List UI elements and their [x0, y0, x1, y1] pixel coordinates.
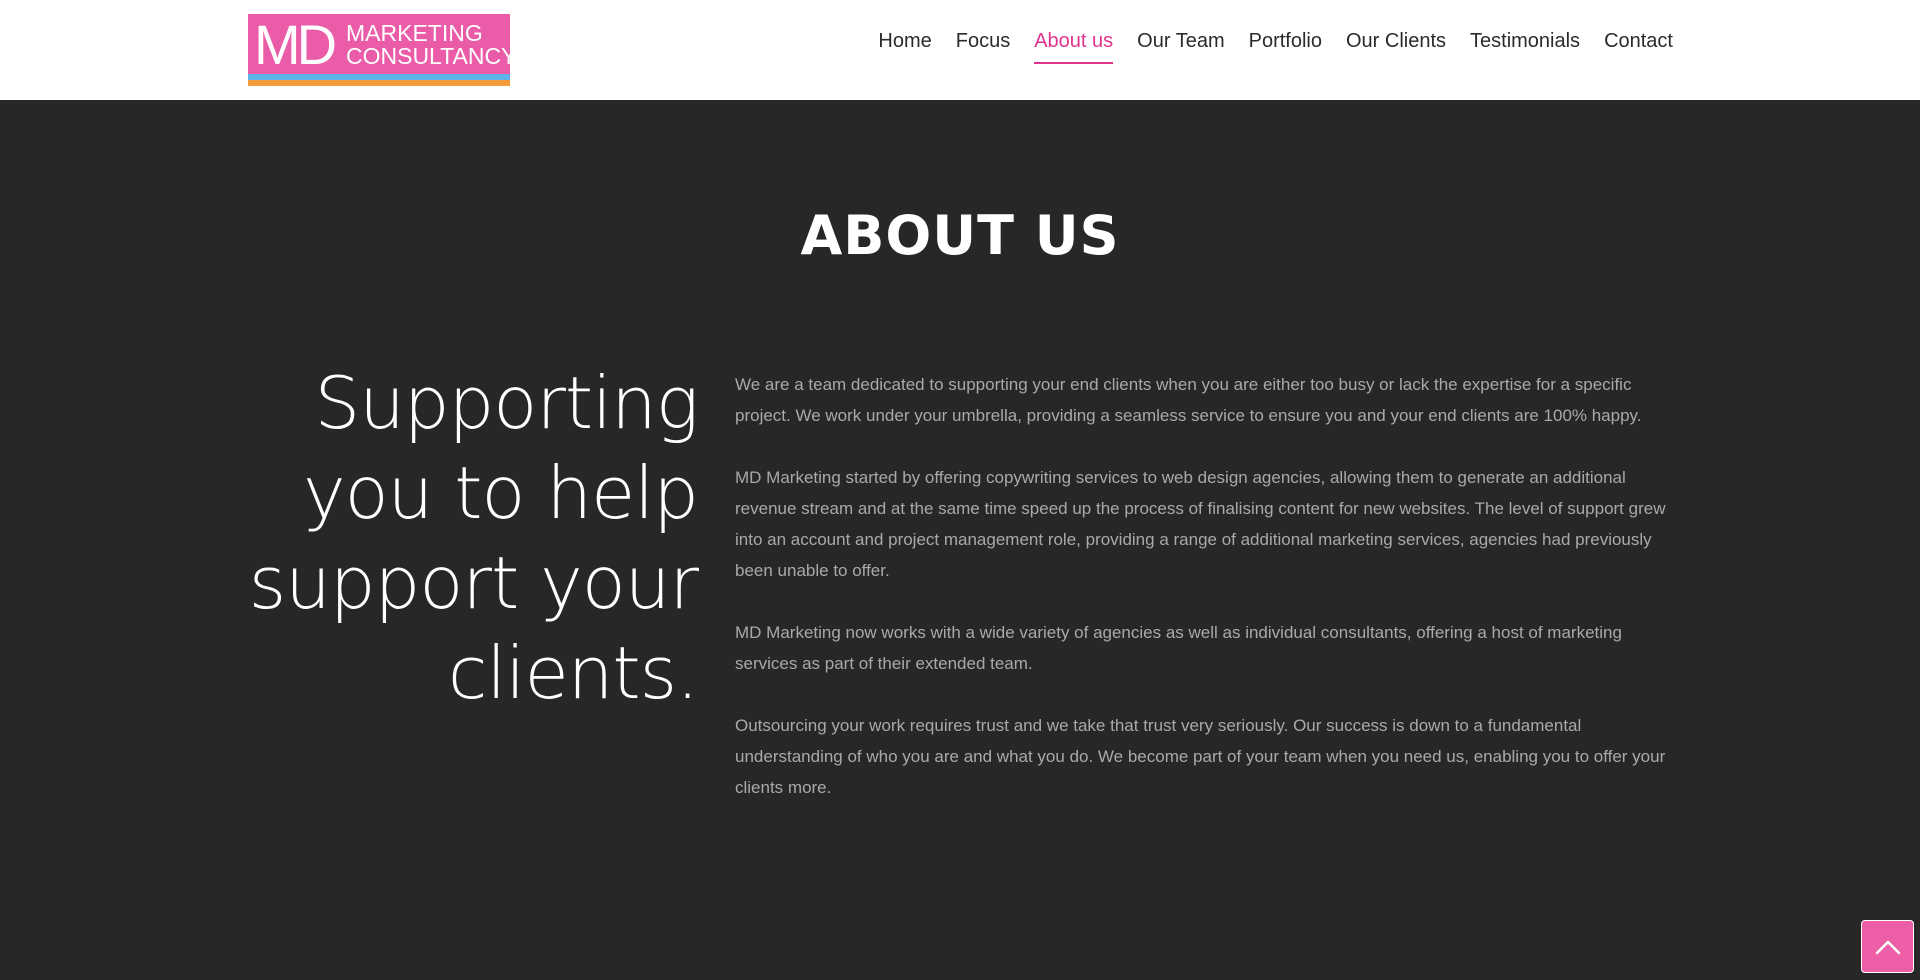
nav-item-testimonials[interactable]: Testimonials	[1458, 26, 1592, 56]
about-paragraph: Outsourcing your work requires trust and…	[735, 716, 1666, 797]
nav-item-portfolio[interactable]: Portfolio	[1237, 26, 1334, 56]
about-section: ABOUT US Supporting you to help support …	[0, 100, 1920, 980]
about-paragraph: MD Marketing now works with a wide varie…	[735, 623, 1622, 673]
nav-item-our-clients[interactable]: Our Clients	[1334, 26, 1458, 56]
logo-md-text: MD	[254, 14, 337, 76]
logo-line-marketing: MARKETING	[346, 20, 483, 46]
about-body: We are a team dedicated to supporting yo…	[735, 369, 1675, 834]
main-nav: Home Focus About us Our Team Portfolio O…	[866, 26, 1673, 64]
nav-item-about-us[interactable]: About us	[1022, 26, 1125, 64]
nav-item-our-team[interactable]: Our Team	[1125, 26, 1236, 56]
about-title: ABOUT US	[800, 204, 1120, 267]
tagline-line: clients.	[447, 631, 699, 715]
site-header: MD MARKETING CONSULTANCY Home Focus Abou…	[0, 0, 1920, 100]
nav-item-contact[interactable]: Contact	[1592, 26, 1673, 56]
tagline-line: support your	[248, 541, 699, 625]
about-paragraph: We are a team dedicated to supporting yo…	[735, 375, 1642, 425]
nav-item-focus[interactable]: Focus	[944, 26, 1022, 56]
nav-item-home[interactable]: Home	[866, 26, 943, 56]
md-marketing-logo[interactable]: MD MARKETING CONSULTANCY	[248, 14, 510, 86]
chevron-up-icon	[1875, 940, 1900, 954]
logo-orange-stripe	[248, 80, 510, 86]
back-to-top-button[interactable]	[1861, 920, 1914, 973]
about-paragraph: MD Marketing started by offering copywri…	[735, 468, 1666, 580]
about-tagline: Supporting you to help support your clie…	[240, 358, 699, 718]
logo-line-consultancy: CONSULTANCY	[346, 43, 510, 69]
tagline-line: Supporting	[314, 361, 699, 445]
tagline-line: you to help	[303, 451, 699, 535]
